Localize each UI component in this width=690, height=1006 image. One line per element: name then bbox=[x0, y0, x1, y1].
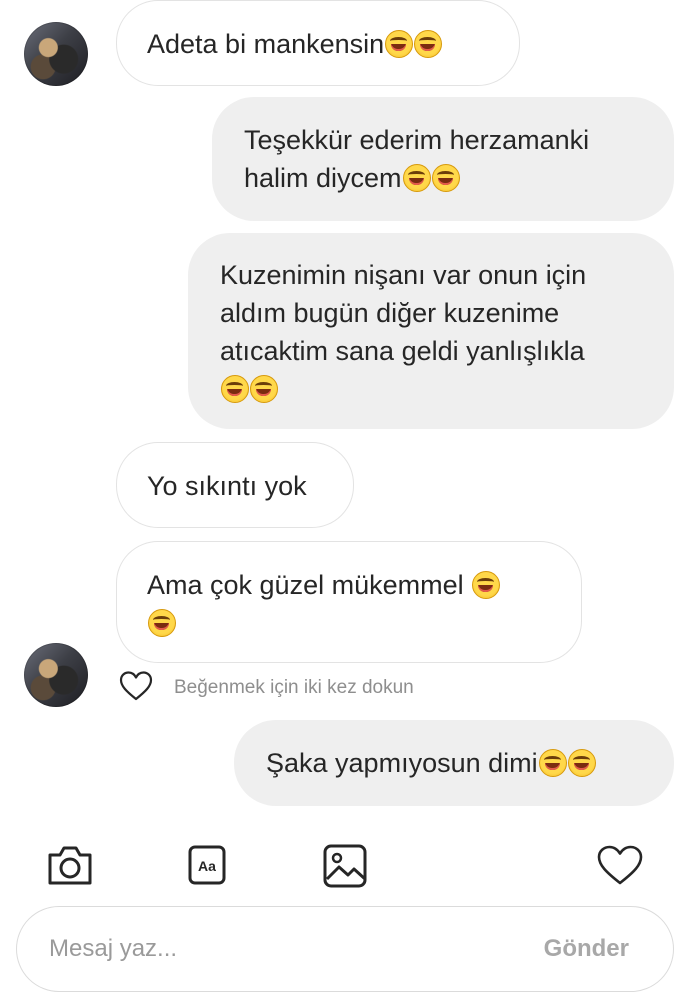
laughing-emoji-icon bbox=[431, 164, 460, 192]
message-text: Ama çok güzel mükemmel bbox=[147, 570, 464, 600]
text-style-label: Aa bbox=[198, 858, 216, 874]
like-hint-text: Beğenmek için iki kez dokun bbox=[174, 677, 414, 698]
message-bubble-outgoing[interactable]: Teşekkür ederim herzamanki halim diycem bbox=[212, 97, 674, 221]
laughing-emoji-icon bbox=[148, 609, 176, 637]
text-style-icon[interactable]: Aa bbox=[188, 845, 226, 890]
message-text: Kuzenimin nişanı var onun için aldım bug… bbox=[220, 260, 587, 366]
laughing-emoji-icon bbox=[472, 571, 501, 599]
message-bubble-incoming[interactable]: Adeta bi mankensin bbox=[116, 0, 520, 86]
message-bubble-outgoing[interactable]: Şaka yapmıyosun dimi bbox=[234, 720, 674, 806]
message-bubble-incoming[interactable]: Ama çok güzel mükemmel bbox=[116, 541, 582, 663]
like-hint-row: Beğenmek için iki kez dokun bbox=[118, 670, 414, 706]
avatar[interactable] bbox=[24, 643, 88, 707]
message-bubble-outgoing[interactable]: Kuzenimin nişanı var onun için aldım bug… bbox=[188, 233, 674, 429]
camera-icon[interactable] bbox=[46, 843, 94, 892]
laughing-emoji-icon bbox=[221, 375, 249, 403]
message-composer: Gönder bbox=[16, 906, 674, 992]
send-button[interactable]: Gönder bbox=[544, 935, 629, 963]
laughing-emoji-icon bbox=[402, 164, 431, 192]
heart-icon[interactable] bbox=[596, 844, 644, 891]
message-text: Yo sıkıntı yok bbox=[147, 471, 307, 501]
avatar[interactable] bbox=[24, 22, 88, 86]
laughing-emoji-icon bbox=[538, 749, 567, 777]
laughing-emoji-icon bbox=[385, 30, 414, 58]
laughing-emoji-icon bbox=[250, 375, 278, 403]
message-text: Şaka yapmıyosun dimi bbox=[266, 748, 538, 778]
message-input[interactable] bbox=[47, 934, 471, 964]
message-bubble-incoming[interactable]: Yo sıkıntı yok bbox=[116, 442, 354, 528]
heart-outline-icon[interactable] bbox=[118, 670, 154, 707]
laughing-emoji-icon bbox=[414, 30, 443, 58]
message-text: Adeta bi mankensin bbox=[147, 29, 385, 59]
gallery-icon[interactable] bbox=[322, 843, 368, 894]
laughing-emoji-icon bbox=[567, 749, 596, 777]
